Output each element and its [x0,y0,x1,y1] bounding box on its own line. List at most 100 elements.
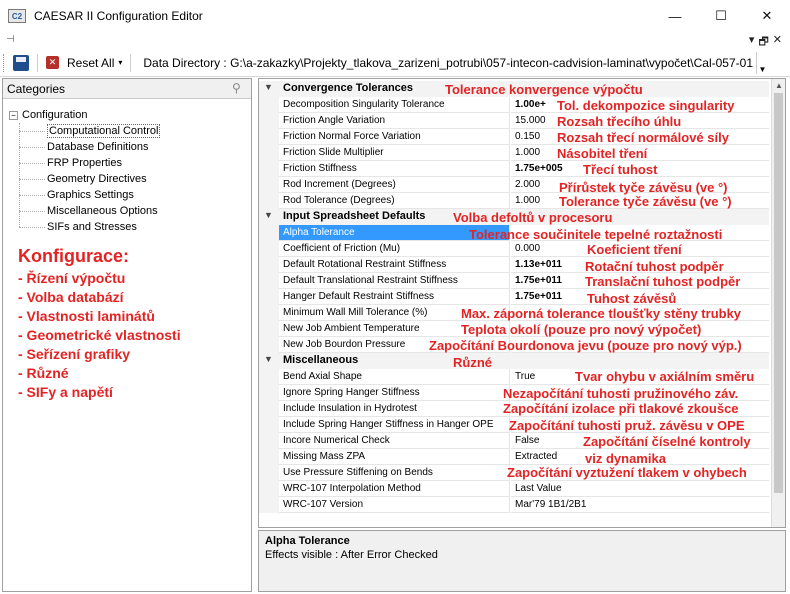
minimize-button[interactable]: — [652,0,698,32]
property-row[interactable]: WRC-107 Version Mar'79 1B1/2B1 [259,497,769,513]
close-button[interactable]: ✕ [744,0,790,32]
toolbar: ✕ Reset All ▾ Data Directory : G:\a-zaka… [0,49,790,77]
annotation-label: Tolerance konvergence výpočtu [445,82,643,97]
tree-item-database-definitions[interactable]: Database Definitions [9,139,160,155]
annotation-label: Tol. dekompozice singularity [557,98,735,113]
annotation-label: Započítání číselné kontroly [583,434,751,449]
annotation-line: - Seřízení grafiky [18,346,131,362]
property-name: Default Rotational Restraint Stiffness [279,257,510,273]
toolbar-grip[interactable] [3,53,7,72]
property-row[interactable]: Friction Stiffness 1.75e+005 [259,161,769,177]
property-name: Include Spring Hanger Stiffness in Hange… [279,417,510,433]
collapse-icon[interactable]: ▼ [264,354,273,364]
property-row[interactable]: Friction Slide Multiplier 1.000 [259,145,769,161]
property-name: Ignore Spring Hanger Stiffness [279,385,510,401]
category-tree: − Configuration Computational Control Da… [9,107,161,235]
grid-scrollbar[interactable]: ▲ [771,79,785,527]
annotation-label: Tuhost závěsů [587,291,677,306]
description-text: Effects visible : After Error Checked [265,549,438,561]
property-value[interactable]: Mar'79 1B1/2B1 [511,497,769,513]
tree-item-computational-control[interactable]: Computational Control [9,123,161,139]
property-name: Use Pressure Stiffening on Bends [279,465,510,481]
collapse-icon[interactable]: ▼ [264,82,273,92]
scroll-up-icon[interactable]: ▲ [775,81,783,90]
collapse-icon[interactable]: ▼ [264,210,273,220]
description-title: Alpha Tolerance [265,535,350,547]
reset-icon[interactable]: ✕ [46,56,59,69]
annotation-label: Rozsah třecího úhlu [557,114,682,129]
annotation-label: Násobitel tření [557,146,648,161]
data-directory-label: Data Directory : G:\a-zakazky\Projekty_t… [143,55,754,70]
property-name: Hanger Default Restraint Stiffness [279,289,510,305]
search-icon[interactable]: ⚲ [232,81,248,97]
window-title: CAESAR II Configuration Editor [34,9,203,23]
annotation-label: Započítání Bourdonova jevu (pouze pro no… [429,338,742,353]
tree-item-miscellaneous-options[interactable]: Miscellaneous Options [9,203,160,219]
property-name: Incore Numerical Check [279,433,510,449]
annotation-label: Započítání vyztužení tlakem v ohybech [507,465,747,480]
tree-item-frp-properties[interactable]: FRP Properties [9,155,160,171]
property-row[interactable]: Hanger Default Restraint Stiffness 1.75e+… [259,289,769,305]
property-value[interactable]: Last Value [511,481,769,497]
property-name: WRC-107 Interpolation Method [279,481,510,497]
description-panel: Alpha Tolerance Effects visible : After … [258,530,786,592]
tree-root-label: Configuration [22,109,88,121]
scrollbar-thumb[interactable] [774,93,783,493]
annotation-label: Započítání izolace při tlakové zkoušce [503,401,739,416]
save-icon[interactable] [13,54,29,71]
annotation-label: Max. záporná tolerance tloušťky stěny tr… [461,306,742,321]
toolbar-overflow-icon[interactable]: ▼ [756,52,768,74]
annotation-label: Tolerance součinitele tepelné roztažnost… [469,227,723,242]
collapse-icon[interactable]: − [9,110,18,120]
section-label: Convergence Tolerances [283,82,414,94]
annotation-label: Rozsah třecí normálové síly [557,130,729,145]
property-row[interactable]: Coefficient of Friction (Mu) 0.000 [259,241,769,257]
annotation-label: Teplota okolí (pouze pro nový výpočet) [461,322,702,337]
left-annotation: Konfigurace: - Řízení výpočtu - Volba da… [18,246,181,402]
annotation-label: viz dynamika [585,451,666,466]
tree-root[interactable]: − Configuration [9,107,160,123]
property-name: Coefficient of Friction (Mu) [279,241,510,257]
property-name: Bend Axial Shape [279,369,510,385]
annotation-line: - Vlastnosti laminátů [18,308,155,324]
annotation-line: - Řízení výpočtu [18,270,126,286]
annotation-label: Rotační tuhost podpěr [585,259,724,274]
annotation-label: Volba defoltů v procesoru [453,210,613,225]
tree-item-geometry-directives[interactable]: Geometry Directives [9,171,160,187]
property-name: Friction Normal Force Variation [279,129,510,145]
categories-title: Categories [7,81,66,96]
title-bar: C2 CAESAR II Configuration Editor — ☐ ✕ [0,0,790,32]
property-row[interactable]: WRC-107 Interpolation Method Last Value [259,481,769,497]
property-row[interactable]: Missing Mass ZPA Extracted [259,449,769,465]
pin-icon[interactable]: ⊣ [6,34,15,45]
app-icon: C2 [8,9,26,23]
section-miscellaneous[interactable]: ▼ Miscellaneous [259,353,769,369]
maximize-button[interactable]: ☐ [698,0,744,32]
mdi-strip: ⊣ ▾ 🗗 ✕ [0,32,790,49]
tree-item-sifs-and-stresses[interactable]: SIFs and Stresses [9,219,160,235]
annotation-line: - Geometrické vlastnosti [18,327,181,343]
categories-header: Categories [3,79,251,99]
property-name: Missing Mass ZPA [279,449,510,465]
reset-all-button[interactable]: Reset All [67,56,114,70]
property-name: Include Insulation in Hydrotest [279,401,510,417]
section-label: Miscellaneous [283,354,359,366]
property-name: Friction Slide Multiplier [279,145,510,161]
annotation-label: Započítání tuhosti pruž. závěsu v OPE [509,418,745,433]
annotation-label: Translační tuhost podpěr [585,274,741,289]
reset-dropdown-icon[interactable]: ▾ [118,58,122,67]
property-name: Friction Angle Variation [279,113,510,129]
property-row[interactable]: Friction Angle Variation 15.000 [259,113,769,129]
property-name: Friction Stiffness [279,161,510,177]
annotation-label: Přírůstek tyče závěsu (ve °) [559,180,728,195]
window-controls: — ☐ ✕ [652,0,790,32]
property-name: Decomposition Singularity Tolerance [279,97,510,113]
tree-item-graphics-settings[interactable]: Graphics Settings [9,187,160,203]
annotation-label: Tvar ohybu v axiálním směru [575,369,755,384]
property-name: WRC-107 Version [279,497,510,513]
property-name: Default Translational Restraint Stiffnes… [279,273,510,289]
annotation-label: Různé [453,355,492,370]
annotation-title: Konfigurace: [18,246,130,266]
toolbar-separator [37,53,38,72]
annotation-label: Koeficient tření [587,242,682,257]
